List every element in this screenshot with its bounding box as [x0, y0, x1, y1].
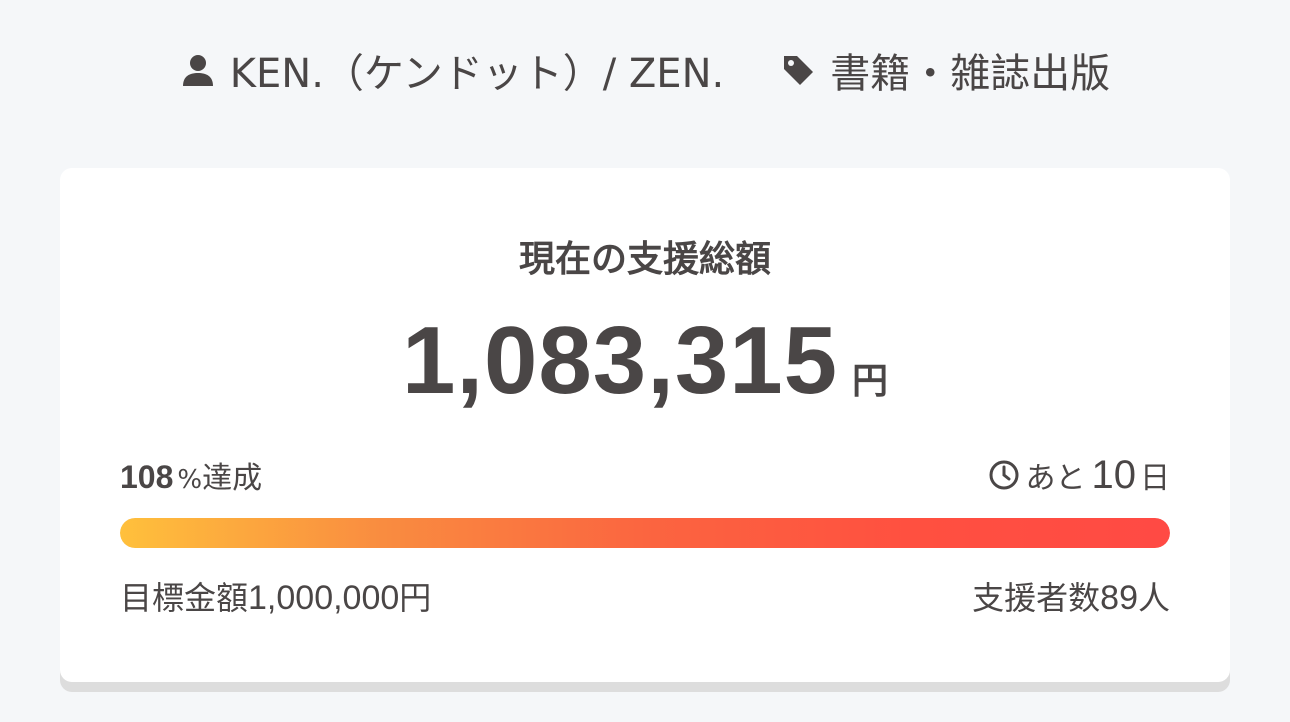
author-link[interactable]: KEN.（ケンドット）/ ZEN. [180, 41, 724, 99]
funding-card: 現在の支援総額 1,083,315 円 108 % 達成 あと 10 日 目標金… [60, 168, 1230, 682]
author-name: KEN.（ケンドット）/ ZEN. [229, 51, 725, 97]
progress-header: 108 % 達成 あと 10 日 [120, 452, 1170, 498]
achievement-label: 達成 [202, 461, 263, 496]
achievement-percent: 108 [120, 459, 174, 495]
current-total-heading: 現在の支援総額 [518, 239, 771, 280]
current-total-unit: 円 [852, 361, 889, 402]
remaining-time: あと 10 日 [988, 452, 1170, 498]
goal-unit: 円 [399, 579, 432, 617]
backers-label: 支援者数 [972, 579, 1101, 617]
backers-value: 89 [1100, 579, 1138, 617]
remaining-suffix: 日 [1140, 461, 1170, 496]
progress-bar-fill [120, 518, 1170, 548]
remaining-days: 10 [1091, 452, 1137, 497]
backers-unit: 人 [1137, 579, 1170, 617]
goal-value: 1,000,000 [248, 579, 400, 617]
current-total: 1,083,315 円 [60, 306, 1230, 416]
goal-label: 目標金額 [120, 579, 249, 617]
achievement-rate: 108 % 達成 [120, 453, 262, 497]
progress-bar [120, 518, 1170, 548]
clock-icon [988, 459, 1020, 491]
goal-amount: 目標金額1,000,000円 [120, 573, 431, 619]
user-icon [180, 52, 216, 88]
category-name: 書籍・雑誌出版 [830, 51, 1111, 97]
project-meta: KEN.（ケンドット）/ ZEN. 書籍・雑誌出版 [0, 40, 1290, 100]
category-link[interactable]: 書籍・雑誌出版 [780, 41, 1110, 99]
achievement-percent-sign: % [177, 465, 203, 495]
tag-icon [780, 52, 816, 88]
remaining-prefix: あと [1025, 461, 1086, 496]
progress-footer: 目標金額1,000,000円 支援者数89人 [120, 572, 1170, 620]
backer-count: 支援者数89人 [972, 573, 1170, 619]
current-total-amount: 1,083,315 [401, 307, 839, 414]
